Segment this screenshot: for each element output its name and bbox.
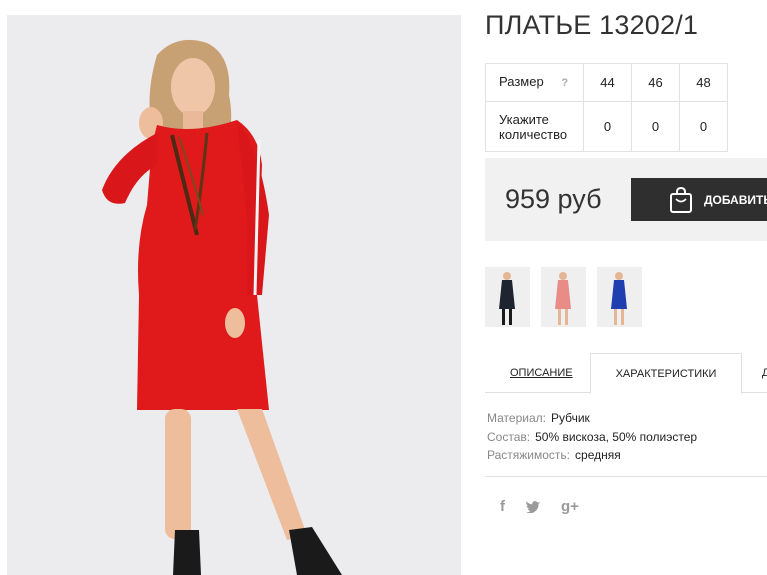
quantity-label: Укажите количество [485,101,584,152]
social-share: f g+ [500,498,579,515]
thumbnail-blue-dress[interactable] [597,267,642,327]
quantity-input-44[interactable]: 0 [583,101,632,152]
spec-key: Состав: [487,429,531,444]
quantity-input-48[interactable]: 0 [679,101,728,152]
add-to-cart-button[interactable]: ДОБАВИТЬ [631,178,767,221]
add-button-label: ДОБАВИТЬ [704,192,767,207]
size-48: 48 [679,63,728,102]
product-tabs: ОПИСАНИЕ ХАРАКТЕРИСТИКИ Д [485,353,767,394]
product-title: ПЛАТЬЕ 13202/1 [485,10,699,40]
google-plus-icon[interactable]: g+ [561,498,579,515]
size-label-cell: Размер ? [485,63,584,102]
help-icon[interactable]: ? [561,77,568,89]
thumbnail-gallery [485,267,642,327]
facebook-icon[interactable]: f [500,498,505,515]
thumbnail-navy-dress[interactable] [485,267,530,327]
tab-description[interactable]: ОПИСАНИЕ [510,353,573,393]
product-price: 959 руб [505,184,602,214]
size-44: 44 [583,63,632,102]
shopping-bag-icon [670,186,692,213]
thumbnail-pink-dress[interactable] [541,267,586,327]
spec-row: Материал: Рубчик [487,409,697,428]
spec-value: Рубчик [550,411,590,425]
tab-more[interactable]: Д [762,353,767,393]
spec-row: Состав: 50% вискоза, 50% полиэстер [487,428,697,447]
spec-key: Растяжимость: [487,448,571,462]
size-46: 46 [631,63,680,102]
spec-value: средняя [575,448,621,462]
size-label: Размер [499,74,544,89]
specs-list: Материал: Рубчик Состав: 50% вискоза, 50% … [487,409,697,465]
price-box: 959 руб ДОБАВИТЬ [485,158,767,241]
spec-value: 50% вискоза, 50% полиэстер [535,429,698,444]
product-photo[interactable] [7,15,461,575]
tab-characteristics[interactable]: ХАРАКТЕРИСТИКИ [590,353,742,394]
spec-key: Материал: [487,411,546,425]
twitter-icon[interactable] [525,500,541,513]
divider [485,476,767,477]
spec-row: Растяжимость: средняя [487,446,697,465]
quantity-input-46[interactable]: 0 [631,101,680,152]
size-table: Размер ? 44 46 48 Укажите количество 0 0… [485,63,728,152]
